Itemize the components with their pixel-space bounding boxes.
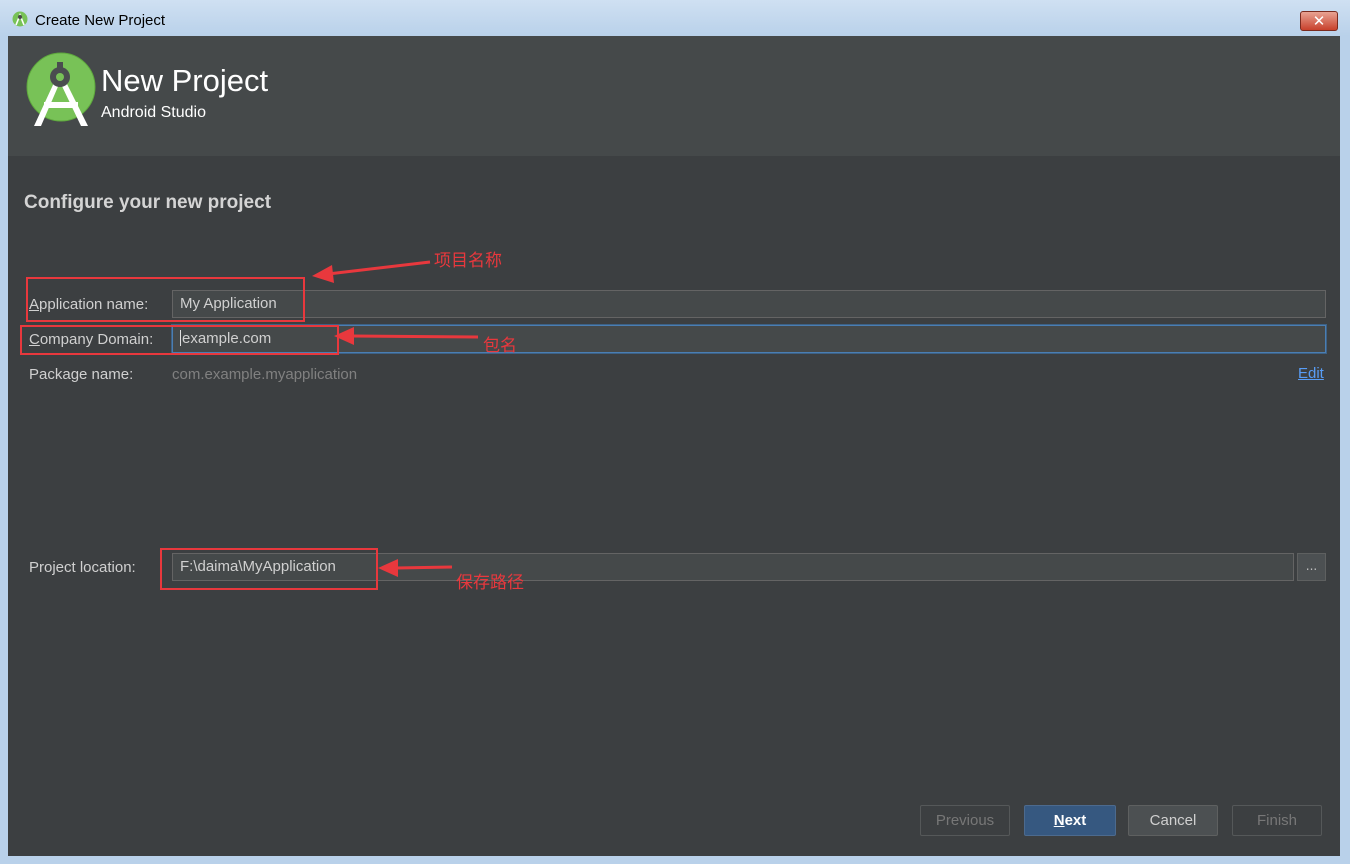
annotation-save-path: 保存路径 — [456, 573, 524, 593]
annotation-arrows — [312, 260, 479, 577]
annotation-package: 包名 — [483, 336, 517, 356]
annotation-project-name: 项目名称 — [434, 251, 502, 271]
